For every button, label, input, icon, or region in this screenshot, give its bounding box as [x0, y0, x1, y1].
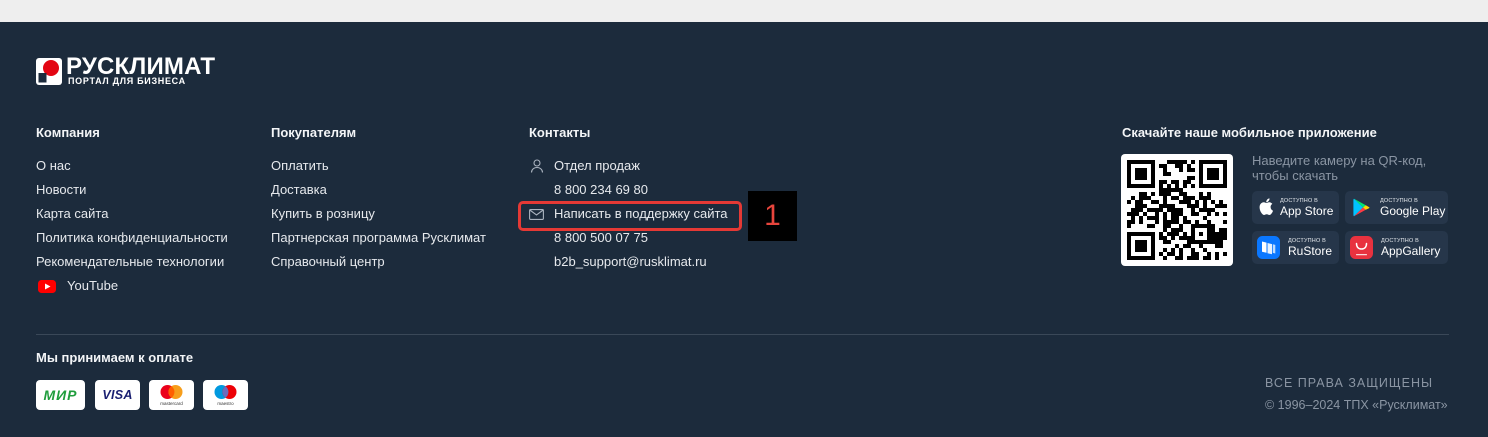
visa-logo-text: VISA	[102, 388, 133, 402]
youtube-label: YouTube	[67, 278, 119, 293]
rustore-badge[interactable]: ДОСТУПНО В RuStore	[1252, 231, 1339, 264]
company-link-news[interactable]: Новости	[36, 178, 228, 202]
buyers-link-help[interactable]: Справочный центр	[271, 250, 486, 274]
mobile-app-title: Скачайте наше мобильное приложение	[1122, 125, 1377, 140]
buyers-link-pay[interactable]: Оплатить	[271, 154, 486, 178]
rustore-name: RuStore	[1288, 244, 1333, 258]
google-play-name: Google Play	[1380, 204, 1446, 218]
buyers-link-partner[interactable]: Партнерская программа Русклимат	[271, 226, 486, 250]
buyers-link-delivery[interactable]: Доставка	[271, 178, 486, 202]
google-play-icon	[1353, 198, 1370, 217]
qr-code	[1121, 154, 1233, 266]
brand-logo[interactable]: РУСКЛИМАТ ПОРТАЛ ДЛЯ БИЗНЕСА	[36, 55, 226, 87]
contacts-column: Контакты Отдел продаж 8 800 234 69 80 На…	[529, 125, 728, 274]
company-links: О нас Новости Карта сайта Политика конфи…	[36, 154, 228, 298]
sales-label: Отдел продаж	[554, 158, 640, 173]
maestro-logo: maestro	[203, 380, 248, 410]
company-link-about[interactable]: О нас	[36, 154, 228, 178]
maestro-logo-text: maestro	[217, 401, 234, 406]
app-store-badge[interactable]: ДОСТУПНО В App Store	[1252, 191, 1339, 224]
mastercard-logo-text: mastercard	[160, 401, 183, 406]
mastercard-logo: mastercard	[149, 380, 194, 410]
visa-logo: VISA	[95, 380, 140, 410]
person-icon	[530, 159, 544, 173]
mir-logo-text: МИР	[43, 387, 78, 403]
google-play-badge[interactable]: ДОСТУПНО В Google Play	[1345, 191, 1448, 224]
company-column: Компания О нас Новости Карта сайта Полит…	[36, 125, 228, 298]
buyers-links: Оплатить Доставка Купить в розницу Партн…	[271, 154, 486, 274]
app-store-name: App Store	[1280, 204, 1334, 218]
company-link-recommendations[interactable]: Рекомендательные технологии	[36, 250, 228, 274]
sales-phone-link[interactable]: 8 800 234 69 80	[529, 178, 728, 202]
qr-hint: Наведите камеру на QR-код, чтобы скачать	[1252, 153, 1427, 183]
youtube-icon	[38, 280, 56, 293]
support-email-link[interactable]: b2b_support@rusklimat.ru	[529, 250, 728, 274]
copyright: © 1996–2024 ТПХ «Русклимат»	[1265, 398, 1448, 412]
buyers-title: Покупателям	[271, 125, 357, 140]
highlight-box	[518, 201, 742, 231]
sales-department: Отдел продаж	[529, 154, 728, 178]
page-top-strip	[0, 0, 1488, 22]
buyers-column: Покупателям Оплатить Доставка Купить в р…	[271, 125, 486, 274]
company-link-privacy[interactable]: Политика конфиденциальности	[36, 226, 228, 250]
mobile-app-section: Скачайте наше мобильное приложение	[1122, 125, 1377, 141]
appgallery-name: AppGallery	[1381, 244, 1441, 258]
mir-logo: МИР	[36, 380, 85, 410]
payments-title: Мы принимаем к оплате	[36, 350, 194, 365]
rights-reserved: ВСЕ ПРАВА ЗАЩИЩЕНЫ	[1265, 376, 1434, 390]
annotation-marker: 1	[748, 191, 797, 241]
company-title: Компания	[36, 125, 100, 140]
apple-icon	[1259, 198, 1273, 215]
appgallery-badge[interactable]: ДОСТУПНО В AppGallery	[1345, 231, 1448, 264]
footer-divider	[36, 334, 1449, 335]
rustore-icon	[1257, 236, 1280, 259]
company-link-sitemap[interactable]: Карта сайта	[36, 202, 228, 226]
appgallery-icon	[1350, 236, 1373, 259]
rusklimat-logo-icon	[36, 58, 62, 85]
company-link-youtube[interactable]: YouTube	[36, 274, 228, 298]
contacts-title: Контакты	[529, 125, 591, 140]
buyers-link-retail[interactable]: Купить в розницу	[271, 202, 486, 226]
brand-tagline: ПОРТАЛ ДЛЯ БИЗНЕСА	[68, 76, 186, 86]
